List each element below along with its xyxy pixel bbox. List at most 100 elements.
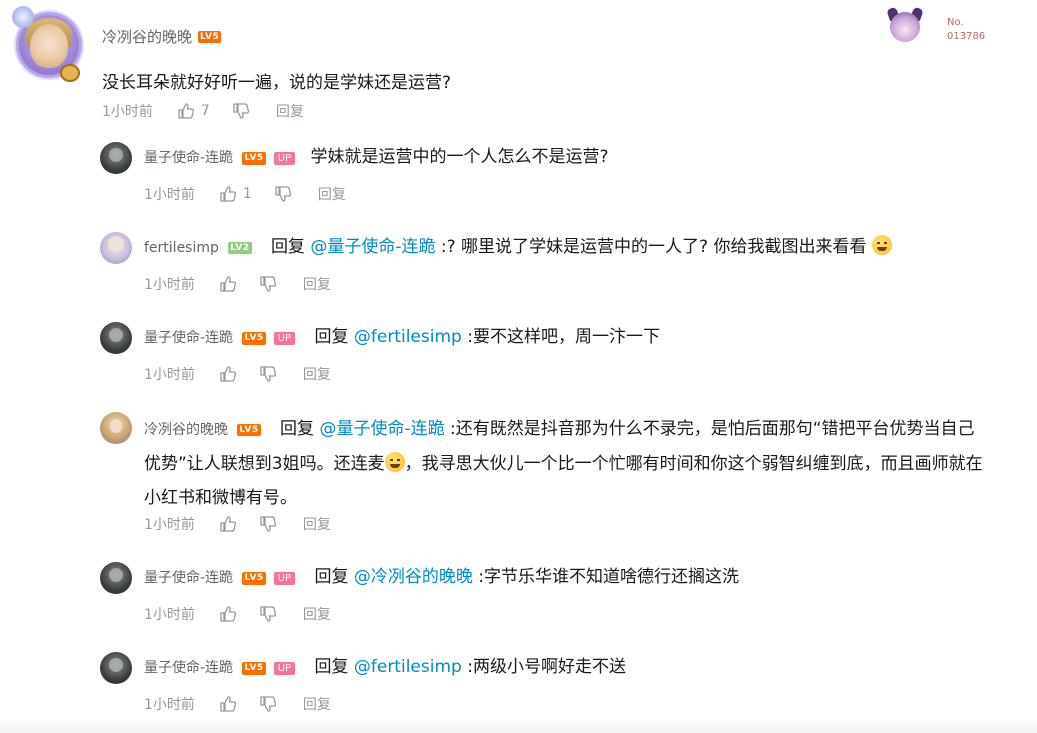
username[interactable]: 冷冽谷的晚晚: [144, 422, 228, 438]
level-badge: LV5: [198, 30, 222, 43]
reply-button[interactable]: 回复: [318, 184, 346, 204]
username[interactable]: fertilesimp: [144, 240, 219, 256]
thumbs-down-icon: [233, 103, 249, 119]
comment-time: 1小时前: [144, 367, 195, 383]
grinning-face-emoji: [871, 235, 892, 255]
reply-actions: 1小时前 回复: [144, 364, 331, 384]
username[interactable]: 量子使命-连跪: [144, 330, 233, 346]
username[interactable]: 量子使命-连跪: [144, 660, 233, 676]
avatar[interactable]: [100, 322, 132, 354]
reply-prefix: 回复: [314, 567, 349, 587]
reply-button[interactable]: 回复: [303, 364, 331, 384]
reply-text: :两级小号啊好走不送: [467, 657, 626, 677]
reply-button[interactable]: 回复: [303, 274, 331, 294]
badge-group: LV5 UP: [242, 662, 296, 675]
reply-prefix: 回复: [314, 657, 349, 677]
dislike-button[interactable]: [274, 185, 292, 203]
up-badge: UP: [273, 152, 296, 165]
avatar[interactable]: [100, 562, 132, 594]
like-button[interactable]: 1: [219, 185, 252, 203]
badge-group: LV5: [237, 424, 261, 436]
like-count: 1: [242, 186, 252, 202]
comment-time: 1小时前: [144, 697, 195, 713]
reply-button[interactable]: 回复: [276, 101, 304, 121]
fan-badge-number: No. 013786: [947, 16, 985, 44]
username[interactable]: 量子使命-连跪: [144, 570, 233, 586]
dislike-button[interactable]: [259, 605, 277, 623]
reply-text: 学妹就是运营中的一个人怎么不是运营?: [310, 147, 609, 167]
mention-link[interactable]: @量子使命-连跪: [319, 419, 444, 439]
avatar-frame-guitar: [60, 64, 80, 82]
thumbs-up-icon: [220, 696, 237, 712]
reply-content: 量子使命-连跪 LV5 UP 回复 @冷冽谷的晚晚 :字节乐华谁不知道啥德行还搁…: [144, 562, 1000, 593]
avatar[interactable]: [100, 652, 132, 684]
badge-group: LV5 UP: [242, 332, 296, 345]
reply-content: 冷冽谷的晚晚 LV5 回复 @量子使命-连跪 :还有既然是抖音那为什么不录完，是…: [144, 412, 990, 515]
like-button[interactable]: [219, 605, 237, 623]
reply-actions: 1小时前 回复: [144, 514, 331, 534]
mention-link[interactable]: @fertilesimp: [354, 657, 462, 677]
dislike-button[interactable]: [259, 365, 277, 383]
reply-prefix: 回复: [280, 419, 315, 439]
reply-text: :字节乐华谁不知道啥德行还搁这洗: [478, 567, 740, 587]
dislike-button[interactable]: [259, 275, 277, 293]
reply-content: 量子使命-连跪 LV5 UP 回复 @fertilesimp :要不这样吧，周一…: [144, 322, 1000, 353]
level-badge: LV2: [228, 242, 252, 254]
thumbs-up-icon: [220, 276, 237, 292]
thumbs-up-icon: [220, 516, 237, 532]
up-badge: UP: [273, 572, 296, 585]
avatar[interactable]: [100, 412, 132, 444]
reply-button[interactable]: 回复: [303, 694, 331, 714]
reply-prefix: 回复: [314, 327, 349, 347]
fan-badge-no-value: 013786: [947, 31, 986, 42]
up-badge: UP: [273, 662, 296, 675]
fan-badge-character: [884, 6, 926, 44]
avatar-with-frame[interactable]: [10, 6, 88, 84]
avatar-frame-ornament: [12, 6, 34, 28]
badge-group: LV5 UP: [242, 152, 296, 165]
reply-content: 量子使命-连跪 LV5 UP 回复 @fertilesimp :两级小号啊好走不…: [144, 652, 1000, 683]
thumbs-up-icon: [178, 103, 195, 119]
dislike-button[interactable]: [259, 515, 277, 533]
level-badge: LV5: [242, 152, 266, 165]
dislike-button[interactable]: [259, 695, 277, 713]
reply-actions: 1小时前 回复: [144, 604, 331, 624]
level-badge: LV5: [242, 662, 266, 675]
reply-actions: 1小时前 1 回复: [144, 184, 346, 204]
thumbs-down-icon: [275, 186, 291, 202]
fan-badge-no-label: No.: [947, 17, 964, 28]
reply-button[interactable]: 回复: [303, 604, 331, 624]
mention-link[interactable]: @fertilesimp: [354, 327, 462, 347]
avatar-face: [30, 24, 68, 68]
avatar[interactable]: [100, 142, 132, 174]
like-button[interactable]: 7: [177, 102, 210, 120]
comment-time: 1小时前: [144, 277, 195, 293]
comment-time: 1小时前: [102, 104, 153, 120]
like-button[interactable]: [219, 695, 237, 713]
character-head: [890, 12, 920, 42]
comment-time: 1小时前: [144, 517, 195, 533]
like-button[interactable]: [219, 275, 237, 293]
reply-content: fertilesimp LV2 回复 @量子使命-连跪 :? 哪里说了学妹是运营…: [144, 232, 1000, 263]
dislike-button[interactable]: [232, 102, 250, 120]
thumbs-up-icon: [220, 606, 237, 622]
thumbs-down-icon: [260, 606, 277, 622]
reply-content: 量子使命-连跪 LV5 UP 学妹就是运营中的一个人怎么不是运营?: [144, 142, 1000, 173]
thumbs-down-icon: [260, 516, 277, 532]
level-badge: LV5: [242, 572, 266, 585]
comment-author: 冷冽谷的晚晚 LV5: [102, 26, 222, 47]
level-badge: LV5: [237, 424, 261, 436]
rolling-laughing-emoji: [384, 452, 405, 472]
username[interactable]: 量子使命-连跪: [144, 150, 233, 166]
reply-prefix: 回复: [270, 237, 305, 257]
reply-button[interactable]: 回复: [303, 514, 331, 534]
bottom-edge-shadow: [0, 718, 1037, 733]
level-badge: LV5: [242, 332, 266, 345]
username[interactable]: 冷冽谷的晚晚: [102, 26, 192, 47]
mention-link[interactable]: @冷冽谷的晚晚: [354, 567, 473, 587]
like-button[interactable]: [219, 365, 237, 383]
like-button[interactable]: [219, 515, 237, 533]
thumbs-down-icon: [260, 696, 277, 712]
avatar[interactable]: [100, 232, 132, 264]
mention-link[interactable]: @量子使命-连跪: [310, 237, 435, 257]
